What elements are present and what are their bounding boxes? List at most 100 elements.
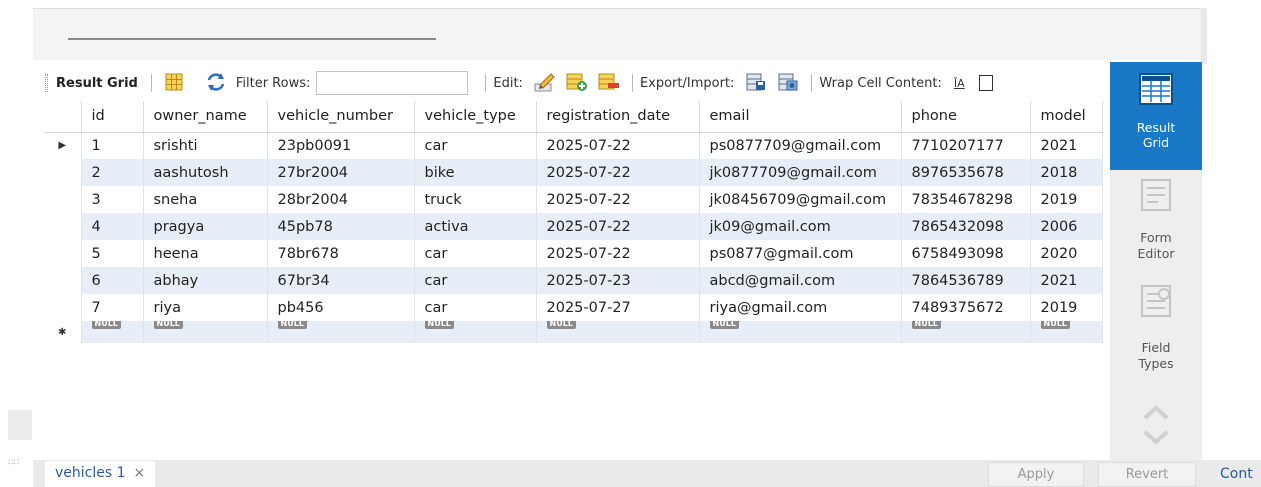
column-header-registration-date[interactable]: registration_date [536,101,700,133]
revert-button[interactable]: Revert [1098,462,1196,487]
scroll-up-icon[interactable] [1110,402,1202,426]
cell-vehicle-type[interactable]: bike [414,159,537,186]
cell-vehicle-number[interactable]: pb456 [267,294,415,321]
add-row-icon[interactable] [566,72,588,94]
cell-phone[interactable]: 78354678298 [901,186,1031,213]
cell-registration-date[interactable]: 2025-07-22 [536,240,700,267]
result-grid-label[interactable]: Result Grid [56,76,138,91]
null-cell[interactable]: NULL [143,321,268,343]
column-header-id[interactable]: id [81,101,144,133]
delete-row-icon[interactable] [598,72,620,94]
table-row[interactable]: 6 abhay 67br34 car 2025-07-23 abcd@gmail… [44,267,1103,294]
table-row[interactable]: 7 riya pb456 car 2025-07-27 riya@gmail.c… [44,294,1103,321]
null-cell[interactable]: NULL [414,321,537,343]
cell-vehicle-type[interactable]: activa [414,213,537,240]
cell-registration-date[interactable]: 2025-07-23 [536,267,700,294]
cell-id[interactable]: 2 [81,159,144,186]
cell-vehicle-type[interactable]: car [414,132,537,159]
table-row[interactable]: 2 aashutosh 27br2004 bike 2025-07-22 jk0… [44,159,1103,186]
cell-vehicle-number[interactable]: 28br2004 [267,186,415,213]
column-header-owner-name[interactable]: owner_name [143,101,268,133]
cell-vehicle-number[interactable]: 23pb0091 [267,132,415,159]
cell-model[interactable]: 2019 [1030,186,1103,213]
cell-owner-name[interactable]: riya [143,294,268,321]
cell-id[interactable]: 5 [81,240,144,267]
cell-email[interactable]: abcd@gmail.com [699,267,902,294]
cell-email[interactable]: jk08456709@gmail.com [699,186,902,213]
cell-owner-name[interactable]: pragya [143,213,268,240]
column-header-vehicle-number[interactable]: vehicle_number [267,101,415,133]
edit-row-icon[interactable] [534,72,556,94]
cell-email[interactable]: riya@gmail.com [699,294,902,321]
column-header-phone[interactable]: phone [901,101,1031,133]
cell-phone[interactable]: 8976535678 [901,159,1031,186]
wrap-cell-checkbox[interactable] [978,75,993,91]
cell-phone[interactable]: 7710207177 [901,132,1031,159]
close-icon[interactable]: × [134,465,146,481]
null-cell[interactable]: NULL [699,321,902,343]
cell-vehicle-number[interactable]: 27br2004 [267,159,415,186]
table-row[interactable]: 5 heena 78br678 car 2025-07-22 ps0877@gm… [44,240,1103,267]
cell-id[interactable]: 3 [81,186,144,213]
null-cell[interactable]: NULL [267,321,415,343]
cell-email[interactable]: jk09@gmail.com [699,213,902,240]
import-icon[interactable] [777,72,799,94]
cell-owner-name[interactable]: sneha [143,186,268,213]
column-header-model[interactable]: model [1030,101,1103,133]
refresh-icon[interactable] [205,72,227,94]
column-header-email[interactable]: email [699,101,902,133]
cell-owner-name[interactable]: aashutosh [143,159,268,186]
cell-model[interactable]: 2018 [1030,159,1103,186]
cell-registration-date[interactable]: 2025-07-22 [536,213,700,240]
cell-vehicle-type[interactable]: car [414,240,537,267]
null-cell[interactable]: NULL [81,321,144,343]
grid-layout-icon[interactable] [164,72,186,94]
result-grid-view-button[interactable]: Result Grid [1110,62,1202,170]
cell-owner-name[interactable]: srishti [143,132,268,159]
column-header-vehicle-type[interactable]: vehicle_type [414,101,537,133]
export-icon[interactable] [745,72,767,94]
table-row[interactable]: 3 sneha 28br2004 truck 2025-07-22 jk0845… [44,186,1103,213]
null-cell[interactable]: NULL [536,321,700,343]
cell-phone[interactable]: 7489375672 [901,294,1031,321]
cell-phone[interactable]: 7864536789 [901,267,1031,294]
cell-email[interactable]: ps0877@gmail.com [699,240,902,267]
cell-phone[interactable]: 7865432098 [901,213,1031,240]
field-types-button[interactable]: Field Types [1110,284,1202,384]
cell-registration-date[interactable]: 2025-07-22 [536,186,700,213]
cell-model[interactable]: 2021 [1030,267,1103,294]
filter-rows-input[interactable] [316,71,469,95]
table-row[interactable]: ▶ 1 srishti 23pb0091 car 2025-07-22 ps08… [44,132,1103,159]
cell-owner-name[interactable]: heena [143,240,268,267]
cell-vehicle-type[interactable]: truck [414,186,537,213]
table-row[interactable]: 4 pragya 45pb78 activa 2025-07-22 jk09@g… [44,213,1103,240]
cell-owner-name[interactable]: abhay [143,267,268,294]
cell-id[interactable]: 7 [81,294,144,321]
apply-button[interactable]: Apply [988,462,1084,487]
wrap-cell-content-icon[interactable]: ĪA [954,77,965,90]
null-cell[interactable]: NULL [901,321,1031,343]
scroll-down-icon[interactable] [1110,428,1202,452]
cell-id[interactable]: 1 [81,132,144,159]
cell-model[interactable]: 2020 [1030,240,1103,267]
result-tab-vehicles-1[interactable]: vehicles 1 × [45,461,156,487]
cell-registration-date[interactable]: 2025-07-22 [536,132,700,159]
cell-id[interactable]: 6 [81,267,144,294]
form-editor-button[interactable]: Form Editor [1110,178,1202,278]
cell-vehicle-number[interactable]: 67br34 [267,267,415,294]
cell-vehicle-type[interactable]: car [414,267,537,294]
cell-email[interactable]: ps0877709@gmail.com [699,132,902,159]
cell-model[interactable]: 2006 [1030,213,1103,240]
cell-vehicle-type[interactable]: car [414,294,537,321]
new-row[interactable]: ✱ NULL NULL NULL NULL NULL NULL NULL NUL… [44,321,1103,343]
context-tab-fragment[interactable]: Cont [1220,466,1253,482]
cell-vehicle-number[interactable]: 45pb78 [267,213,415,240]
cell-model[interactable]: 2019 [1030,294,1103,321]
cell-email[interactable]: jk0877709@gmail.com [699,159,902,186]
cell-model[interactable]: 2021 [1030,132,1103,159]
resize-grip-icon[interactable]: ∷∷ [8,458,19,468]
cell-registration-date[interactable]: 2025-07-27 [536,294,700,321]
cell-registration-date[interactable]: 2025-07-22 [536,159,700,186]
cell-id[interactable]: 4 [81,213,144,240]
cell-phone[interactable]: 6758493098 [901,240,1031,267]
